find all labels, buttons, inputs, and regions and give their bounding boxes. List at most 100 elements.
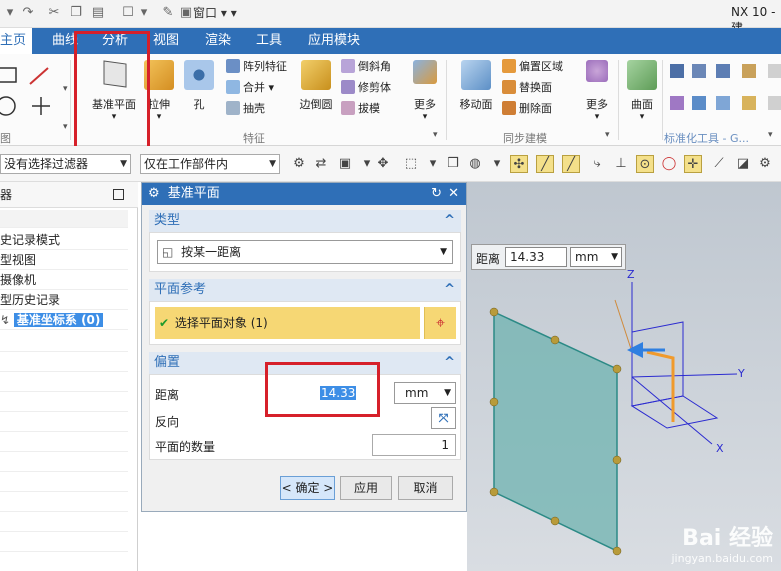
surface-button[interactable]: 曲面 ▾ xyxy=(624,60,660,122)
reverse-direction-icon[interactable]: ⤧ xyxy=(431,407,456,429)
select-plane-object[interactable]: ✔ 选择平面对象 (1) xyxy=(155,307,420,339)
navigator-row[interactable]: 型视图 xyxy=(0,250,128,270)
std-tool-icon[interactable] xyxy=(768,96,781,110)
onscreen-distance-input[interactable]: 距离 14.33 mm ▼ xyxy=(471,244,626,270)
tab-home[interactable]: 主页 xyxy=(0,28,33,54)
section-reference-header[interactable]: 平面参考 ^ xyxy=(149,279,461,301)
unite-button[interactable]: 合并 ▾ xyxy=(226,79,274,97)
trim-body-button[interactable]: 修剪体 xyxy=(341,79,391,97)
chevron-down-icon[interactable]: ▾ xyxy=(488,155,506,173)
center-snap-icon[interactable]: ⊙ xyxy=(636,155,654,173)
edge-blend-button[interactable]: 边倒圆 xyxy=(296,60,336,112)
draft-button[interactable]: 拔模 xyxy=(341,100,380,118)
line-snap-icon[interactable]: ╱ xyxy=(536,155,554,173)
endpoint-snap-icon[interactable]: ✣ xyxy=(510,155,528,173)
more-feature-button[interactable]: 更多 ▾ xyxy=(408,60,442,122)
more-icon xyxy=(586,60,608,82)
quadrant-snap-icon[interactable]: ◯ xyxy=(660,155,678,173)
window-shape-icon[interactable]: ☐ xyxy=(120,5,136,21)
onscreen-unit-select[interactable]: mm ▼ xyxy=(570,247,622,267)
navigator-row[interactable]: 摄像机 xyxy=(0,270,128,290)
settings-icon[interactable]: ⚙ xyxy=(756,155,774,173)
intersection-snap-icon[interactable]: ⊥ xyxy=(612,155,630,173)
select-icon[interactable]: ⇄ xyxy=(312,155,330,173)
graphics-window[interactable]: Z Y X Bai 经验 jingyan.baidu.com xyxy=(467,182,781,571)
gear-icon[interactable]: ⚙ xyxy=(148,186,160,201)
reset-icon[interactable]: ↻ xyxy=(431,183,442,205)
snap-icon[interactable]: ⚙ xyxy=(290,155,308,173)
chevron-down-icon[interactable]: ▾ xyxy=(136,5,152,21)
chamfer-icon xyxy=(341,59,355,73)
chevron-down-icon[interactable]: ▾ xyxy=(424,155,442,173)
unite-icon xyxy=(226,80,240,94)
std-tool-icon[interactable] xyxy=(716,64,730,78)
dropdown-icon[interactable]: ▾ xyxy=(2,5,18,21)
dialog-title: 基准平面 xyxy=(167,186,220,201)
tab-view[interactable]: 视图 xyxy=(153,28,179,54)
section-type-header[interactable]: 类型 ^ xyxy=(149,210,461,232)
tab-render[interactable]: 渲染 xyxy=(205,28,231,54)
navigator-row[interactable]: 史记录模式 xyxy=(0,230,128,250)
std-tool-icon[interactable] xyxy=(692,64,706,78)
plane-count-input[interactable]: 1 xyxy=(372,434,456,456)
sketch-tools-icon[interactable] xyxy=(0,62,60,122)
chevron-down-icon[interactable]: ▾ xyxy=(63,122,68,132)
cut-icon[interactable]: ✂ xyxy=(46,5,62,21)
move-face-button[interactable]: 移动面 xyxy=(458,60,494,112)
cube-icon[interactable]: ❒ xyxy=(444,155,462,173)
std-tool-icon[interactable] xyxy=(716,96,730,110)
point-snap-icon[interactable]: ✛ xyxy=(684,155,702,173)
shell-button[interactable]: 抽壳 xyxy=(226,100,265,118)
chevron-down-icon: ▼ xyxy=(611,252,618,262)
shaded-icon[interactable]: ◍ xyxy=(466,155,484,173)
select-box-icon[interactable]: ▣ xyxy=(336,155,354,173)
std-tool-icon[interactable] xyxy=(768,64,781,78)
std-tool-icon[interactable] xyxy=(692,96,706,110)
navigator-row-selected[interactable]: ↯ 基准坐标系 (0) xyxy=(0,310,128,330)
brush-icon[interactable]: ✎ xyxy=(160,5,176,21)
cancel-button[interactable]: 取消 xyxy=(398,476,453,500)
navigator-row[interactable]: 型历史记录 xyxy=(0,290,128,310)
apply-button[interactable]: 应用 xyxy=(340,476,392,500)
std-tool-icon[interactable] xyxy=(742,64,756,78)
std-tool-icon[interactable] xyxy=(742,96,756,110)
std-tool-icon[interactable] xyxy=(670,64,684,78)
more-sync-button[interactable]: 更多 ▾ xyxy=(582,60,612,122)
chamfer-button[interactable]: 倒斜角 xyxy=(341,58,391,76)
chevron-down-icon[interactable]: ▾ xyxy=(433,130,438,140)
paste-icon[interactable]: ▤ xyxy=(90,5,106,21)
tangent-snap-icon[interactable]: ⟋ xyxy=(710,155,728,173)
midpoint-snap-icon[interactable]: ╱ xyxy=(562,155,580,173)
std-tool-icon[interactable] xyxy=(670,96,684,110)
unit-select[interactable]: mm ▼ xyxy=(394,382,456,404)
rect-select-icon[interactable]: ⬚ xyxy=(402,155,420,173)
chevron-down-icon[interactable]: ▾ xyxy=(768,130,773,140)
copy-icon[interactable]: ❐ xyxy=(68,5,84,21)
replace-face-button[interactable]: 替换面 xyxy=(502,79,552,97)
offset-region-button[interactable]: 偏置区域 xyxy=(502,58,563,76)
curve-snap-icon[interactable]: ⤷ xyxy=(588,155,606,173)
delete-face-button[interactable]: 删除面 xyxy=(502,100,552,118)
crosshair-icon[interactable]: ⌖ xyxy=(424,307,456,339)
maximize-icon[interactable] xyxy=(113,189,124,200)
navigator-empty-rows xyxy=(0,332,128,571)
redo-icon[interactable]: ↷ xyxy=(20,5,36,21)
face-snap-icon[interactable]: ◪ xyxy=(734,155,752,173)
move-icon[interactable]: ✥ xyxy=(374,155,392,173)
type-select[interactable]: ◱ 按某一距离 ▼ xyxy=(157,240,453,264)
type-filter-select[interactable]: 没有选择过滤器 ▼ xyxy=(0,154,131,174)
scope-filter-select[interactable]: 仅在工作部件内 ▼ xyxy=(140,154,280,174)
z-axis-label: Z xyxy=(627,268,635,281)
chevron-down-icon[interactable]: ▾ xyxy=(605,130,610,140)
section-type-body: ◱ 按某一距离 ▼ xyxy=(149,232,461,272)
ok-button[interactable]: < 确定 > xyxy=(280,476,335,500)
chevron-down-icon[interactable]: ▾ xyxy=(63,84,68,94)
tab-application[interactable]: 应用模块 xyxy=(308,28,360,54)
pattern-feature-button[interactable]: 阵列特征 xyxy=(226,58,287,76)
close-icon[interactable]: ✕ xyxy=(448,183,459,205)
hole-button[interactable]: 孔 xyxy=(183,60,215,112)
window-icon[interactable]: ▣ xyxy=(178,5,194,21)
window-menu[interactable]: 窗口 ▾ ▾ xyxy=(193,4,237,22)
onscreen-distance-value[interactable]: 14.33 xyxy=(505,247,567,267)
tab-tools[interactable]: 工具 xyxy=(256,28,282,54)
